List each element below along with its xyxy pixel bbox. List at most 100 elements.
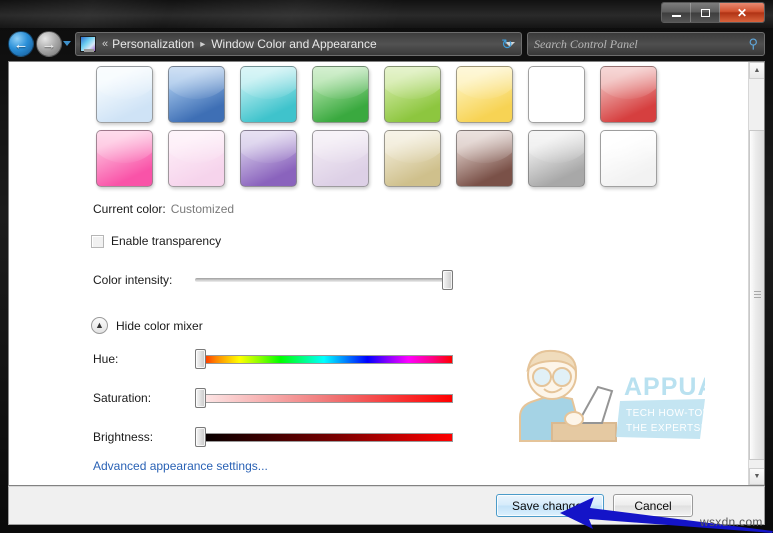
color-swatch-brown[interactable]: [456, 130, 513, 187]
color-swatch-blue[interactable]: [168, 66, 225, 123]
color-swatch-lavender[interactable]: [312, 130, 369, 187]
color-swatch-green[interactable]: [312, 66, 369, 123]
color-swatch-yellow[interactable]: [456, 66, 513, 123]
hue-thumb[interactable]: [195, 349, 206, 369]
maximize-button[interactable]: [691, 3, 720, 22]
close-button[interactable]: ✕: [720, 3, 764, 22]
breadcrumb-window-color[interactable]: Window Color and Appearance: [211, 37, 376, 51]
window-controls: ✕: [661, 2, 765, 23]
brightness-thumb[interactable]: [195, 427, 206, 447]
scroll-up-button[interactable]: ▲: [749, 62, 764, 79]
brightness-label: Brightness:: [93, 430, 154, 444]
color-swatch-khaki[interactable]: [384, 130, 441, 187]
hue-label: Hue:: [93, 352, 119, 366]
current-color-value: Customized: [170, 202, 235, 216]
search-icon: ⚲: [748, 36, 758, 51]
breadcrumb-overflow-icon[interactable]: «: [102, 38, 108, 50]
swatch-cell: [456, 66, 528, 130]
back-button[interactable]: ←: [8, 31, 34, 57]
enable-transparency-label: Enable transparency: [111, 234, 222, 248]
swatch-cell: [384, 66, 456, 130]
chevron-right-icon: ▸: [200, 38, 206, 50]
saturation-track: [195, 393, 453, 403]
window-personalization: ✕ ← → « Personalization ▸ Window Color a…: [0, 0, 773, 533]
forward-button[interactable]: →: [36, 31, 62, 57]
brightness-track: [195, 432, 453, 442]
address-bar[interactable]: « Personalization ▸ Window Color and App…: [75, 32, 522, 56]
refresh-button[interactable]: ↻: [496, 33, 518, 55]
back-arrow-icon: ←: [13, 35, 29, 53]
saturation-label: Saturation:: [93, 391, 152, 405]
swatch-cell: [384, 130, 456, 194]
brightness-slider[interactable]: [195, 427, 453, 447]
color-swatch-white[interactable]: [600, 130, 657, 187]
navigation-bar: ← → « Personalization ▸ Window Color and…: [0, 28, 773, 61]
swatch-cell: [312, 66, 384, 130]
swatch-cell: [240, 130, 312, 194]
saturation-slider[interactable]: [195, 388, 453, 408]
hue-track: [195, 354, 453, 364]
color-swatch-purple[interactable]: [240, 130, 297, 187]
swatch-cell: [528, 66, 600, 130]
color-swatch-orange[interactable]: [528, 66, 585, 123]
scroll-down-button[interactable]: ▼: [749, 468, 764, 485]
swatch-cell: [240, 66, 312, 130]
saturation-thumb[interactable]: [195, 388, 206, 408]
swatch-cell: [96, 66, 168, 130]
hide-color-mixer-label: Hide color mixer: [116, 318, 203, 333]
color-swatch-lime[interactable]: [384, 66, 441, 123]
swatch-cell: [168, 66, 240, 130]
search-box[interactable]: Search Control Panel ⚲: [527, 32, 765, 56]
swatch-cell: [528, 130, 600, 194]
saturation-row: Saturation:: [93, 388, 453, 408]
swatch-cell: [312, 130, 384, 194]
restore-icon: [700, 8, 710, 17]
refresh-icon: ↻: [501, 35, 513, 52]
chevron-up-glyph: ▲: [95, 320, 104, 330]
history-dropdown-icon[interactable]: [63, 41, 71, 46]
color-swatch-light-pink[interactable]: [168, 130, 225, 187]
color-swatch-gray[interactable]: [528, 130, 585, 187]
search-input[interactable]: Search Control Panel: [534, 37, 638, 52]
swatch-cell: [456, 130, 528, 194]
chevron-up-icon[interactable]: ▲: [91, 317, 108, 334]
scrollbar-thumb[interactable]: [749, 130, 764, 460]
command-bar: Save changes Cancel: [8, 486, 765, 525]
color-intensity-slider[interactable]: [195, 270, 453, 290]
swatch-cell: [168, 130, 240, 194]
enable-transparency-checkbox[interactable]: [91, 234, 104, 248]
swatch-cell: [600, 130, 672, 194]
scroll-up-icon: ▲: [753, 67, 761, 74]
enable-transparency-row[interactable]: Enable transparency: [91, 234, 221, 248]
color-swatch-sky-blue[interactable]: [96, 66, 153, 123]
color-intensity-label: Color intensity:: [93, 273, 173, 287]
color-intensity-row: Color intensity:: [93, 270, 453, 290]
color-swatch-red[interactable]: [600, 66, 657, 123]
close-icon: ✕: [736, 5, 748, 20]
vertical-scrollbar[interactable]: ▲ ▼: [748, 62, 764, 485]
save-changes-button[interactable]: Save changes: [496, 494, 604, 517]
cancel-button[interactable]: Cancel: [613, 494, 693, 517]
swatch-cell: [96, 130, 168, 194]
site-watermark: wsxdn.com: [700, 515, 763, 529]
swatch-cell: [600, 66, 672, 130]
minimize-button[interactable]: [662, 3, 691, 22]
color-swatch-pink[interactable]: [96, 130, 153, 187]
color-swatch-grid: [96, 66, 672, 194]
color-swatch-teal[interactable]: [240, 66, 297, 123]
scroll-down-icon: ▼: [753, 473, 761, 480]
color-intensity-track: [195, 278, 453, 282]
hue-slider[interactable]: [195, 349, 453, 369]
current-color-row: Current color: Customized: [93, 202, 234, 216]
brightness-row: Brightness:: [93, 427, 453, 447]
breadcrumb-personalization[interactable]: Personalization: [112, 37, 194, 51]
current-color-label: Current color:: [93, 202, 166, 216]
hide-color-mixer-toggle[interactable]: ▲ Hide color mixer: [91, 317, 203, 334]
color-intensity-thumb[interactable]: [442, 270, 453, 290]
scrollbar-grip-icon: [753, 291, 761, 299]
hue-row: Hue:: [93, 349, 453, 369]
forward-arrow-icon: →: [41, 35, 57, 53]
content-pane: Current color: Customized Enable transpa…: [8, 61, 765, 486]
personalization-icon: [80, 36, 96, 52]
advanced-appearance-settings-link[interactable]: Advanced appearance settings...: [93, 459, 268, 473]
